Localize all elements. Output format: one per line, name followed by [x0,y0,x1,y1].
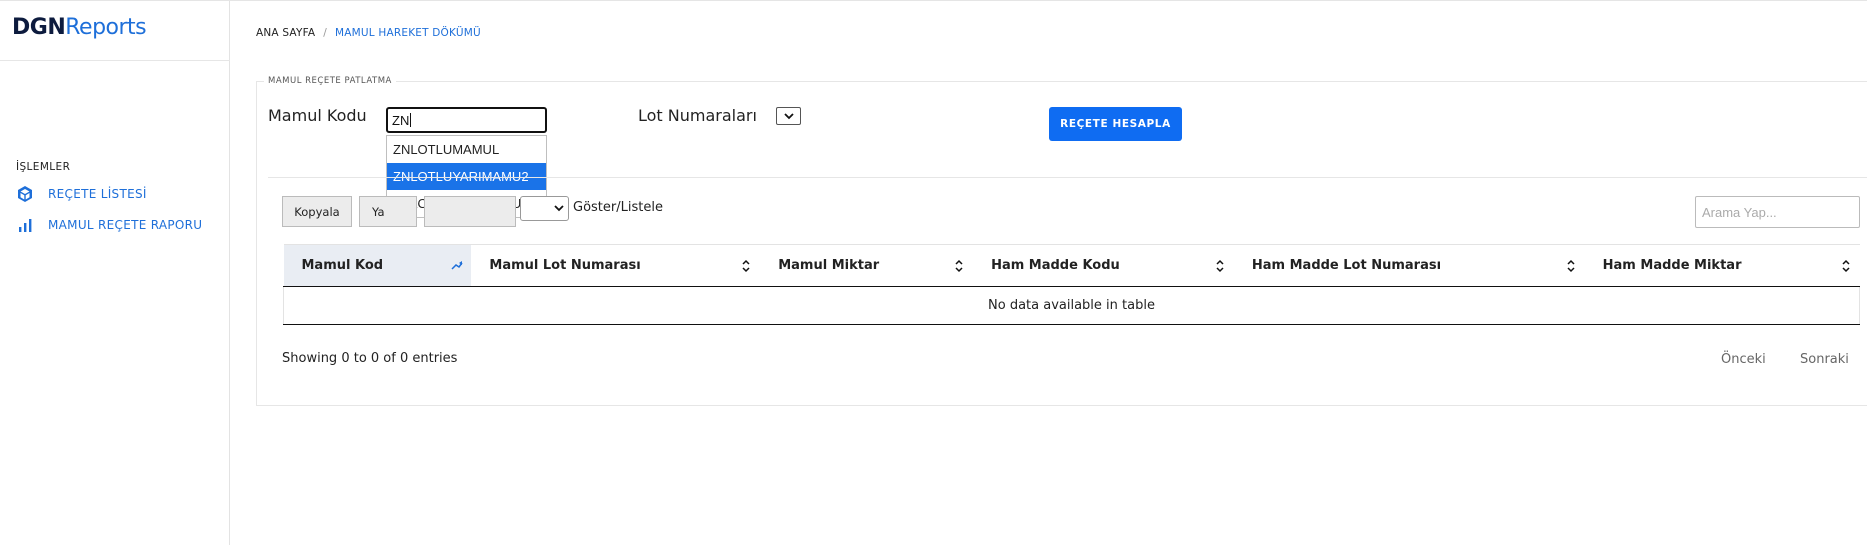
chevron-down-icon [554,205,564,212]
recete-hesapla-button[interactable]: REÇETE HESAPLA [1049,107,1182,141]
brand-logo[interactable]: DGNReports [12,15,147,40]
mamul-kodu-input[interactable]: ZN [386,107,547,133]
sidebar-item-label: MAMUL REÇETE RAPORU [48,218,203,232]
column-header-label: Ham Madde Lot Numarası [1251,258,1442,273]
bar-chart-icon [16,216,34,234]
sort-asc-icon [451,261,463,270]
column-header-label: Mamul Kod [301,258,384,273]
column-header-mamul-kod[interactable]: Mamul Kod [283,244,472,287]
breadcrumb-home[interactable]: ANA SAYFA [256,27,315,39]
suggestion-option[interactable]: ZNLOTLUMAMUL [387,136,546,163]
table-row-empty: No data available in table [283,286,1860,325]
text-caret [410,113,412,127]
page-length-label: Göster/Listele [573,200,663,215]
excel-button[interactable] [424,196,516,227]
sort-both-icon [1216,259,1224,273]
column-header-ham-madde-miktar[interactable]: Ham Madde Miktar [1584,244,1860,287]
mamul-kodu-label: Mamul Kodu [268,106,367,125]
column-header-ham-madde-lot-numarasi[interactable]: Ham Madde Lot Numarası [1233,244,1585,287]
sidebar-divider [0,60,230,61]
sidebar-section-title: İŞLEMLER [16,161,71,173]
table-info: Showing 0 to 0 of 0 entries [282,351,458,366]
column-header-label: Ham Madde Kodu [991,258,1120,273]
fieldset-legend: MAMUL REÇETE PATLATMA [264,76,396,86]
column-header-label: Ham Madde Miktar [1602,258,1742,273]
brand-logo-bold: DGN [12,15,66,40]
empty-table-message: No data available in table [283,286,1860,325]
column-header-ham-madde-kodu[interactable]: Ham Madde Kodu [973,244,1234,287]
cube-icon [16,185,34,203]
mamul-kodu-value: ZN [392,112,410,128]
copy-button[interactable]: Kopyala [282,196,352,227]
sort-both-icon [742,259,750,273]
breadcrumb-current: MAMUL HAREKET DÖKÜMÜ [335,27,481,39]
sidebar-item-label: REÇETE LİSTESİ [48,187,147,201]
sidebar: DGNReports İŞLEMLER REÇETE LİSTESİ MAMUL… [0,1,230,545]
breadcrumb-separator: / [323,27,328,39]
pagination-previous[interactable]: Önceki [1721,352,1766,367]
column-header-mamul-lot-numarasi[interactable]: Mamul Lot Numarası [471,244,761,287]
print-button[interactable]: Ya [359,196,417,227]
column-header-label: Mamul Lot Numarası [489,258,641,273]
table-search-input[interactable] [1695,196,1860,228]
sort-both-icon [1567,259,1575,273]
sort-both-icon [1841,259,1850,273]
lot-numaralari-label: Lot Numaraları [638,106,757,125]
form-divider [268,177,1867,178]
results-table: Mamul Kod Mamul Lot Numarası Mamul Mikta… [283,244,1860,325]
column-header-mamul-miktar[interactable]: Mamul Miktar [760,244,974,287]
sidebar-item-mamul-recete-raporu[interactable]: MAMUL REÇETE RAPORU [16,215,202,235]
pagination-next[interactable]: Sonraki [1800,352,1849,367]
table-header-row: Mamul Kod Mamul Lot Numarası Mamul Mikta… [283,244,1860,287]
page-length-select[interactable] [520,196,569,221]
lot-numaralari-select[interactable] [776,107,801,125]
chevron-down-icon [783,112,794,119]
column-header-label: Mamul Miktar [778,258,880,273]
sidebar-item-recete-listesi[interactable]: REÇETE LİSTESİ [16,184,147,204]
sort-both-icon [955,259,963,273]
breadcrumb: ANA SAYFA / MAMUL HAREKET DÖKÜMÜ [256,27,481,39]
top-border [0,0,1867,1]
brand-logo-rest: Reports [65,15,147,40]
